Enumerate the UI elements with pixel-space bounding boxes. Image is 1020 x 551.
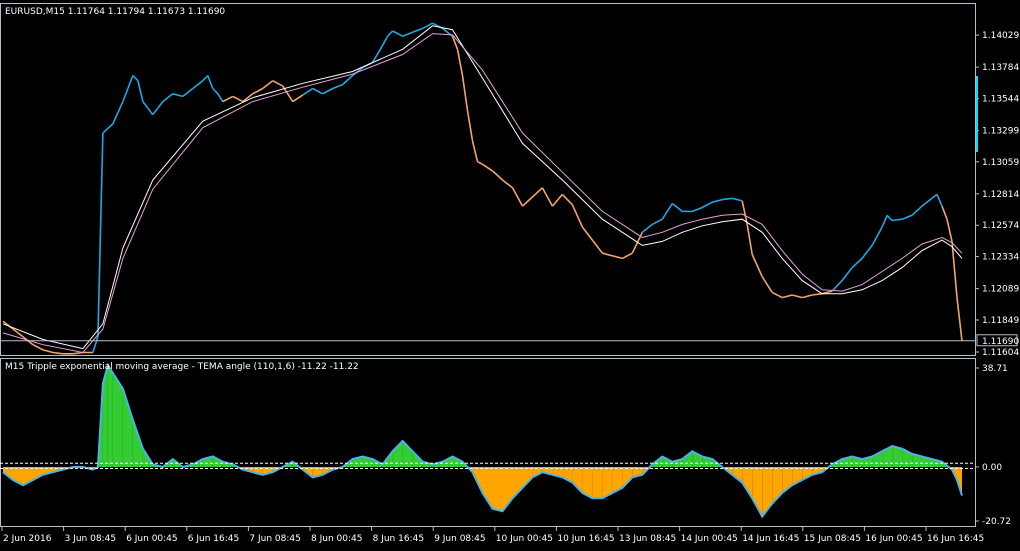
time-tick-label: 6 Jun 00:45 (126, 534, 177, 544)
chart-title: EURUSD,M15 1.11764 1.11794 1.11673 1.116… (5, 7, 225, 17)
price-tick-label: 1.13784 (982, 63, 1019, 73)
time-tick-label: 3 Jun 08:45 (65, 534, 116, 544)
price-tick-label: 1.12334 (982, 253, 1019, 263)
time-tick-label: 2 Jun 2016 (3, 534, 52, 544)
time-tick-label: 6 Jun 16:45 (188, 534, 239, 544)
price-tick-label: 1.12814 (982, 190, 1019, 200)
time-tick-label: 16 Jun 16:45 (927, 534, 984, 544)
price-tick-label: 1.11849 (982, 316, 1019, 326)
time-tick-label: 16 Jun 00:45 (865, 534, 922, 544)
osc-area-positive (107, 365, 113, 467)
price-tick-label: 1.12089 (982, 285, 1019, 295)
time-tick-label: 10 Jun 16:45 (557, 534, 614, 544)
price-tick-label: 1.11604 (982, 348, 1019, 358)
time-tick-label: 9 Jun 08:45 (434, 534, 485, 544)
indicator-title: M15 Tripple exponential moving average -… (5, 362, 359, 372)
price-tick-label: 1.13299 (982, 126, 1019, 136)
time-tick-label: 8 Jun 16:45 (373, 534, 424, 544)
price-tick-label: 1.13059 (982, 158, 1019, 168)
current-price-label: 1.11690 (982, 337, 1019, 347)
osc-area-negative (492, 467, 503, 512)
price-tick-label: 1.13544 (982, 94, 1019, 104)
time-tick-label: 10 Jun 00:45 (496, 534, 553, 544)
price-scale-scroll-marker[interactable] (976, 76, 978, 152)
chart-window[interactable]: EURUSD,M15 1.11764 1.11794 1.11673 1.116… (0, 0, 1020, 551)
osc-tick-label: -20.72 (982, 517, 1011, 527)
time-tick-label: 8 Jun 00:45 (311, 534, 362, 544)
time-tick-label: 14 Jun 00:45 (681, 534, 738, 544)
price-tick-label: 1.14029 (982, 31, 1019, 41)
price-tick-label: 1.12574 (982, 221, 1019, 231)
time-tick-label: 15 Jun 08:45 (804, 534, 861, 544)
osc-area-negative (592, 467, 603, 499)
osc-tick-label: 0.00 (982, 463, 1002, 473)
time-tick-label: 14 Jun 16:45 (742, 534, 799, 544)
time-tick-label: 13 Jun 08:45 (619, 534, 676, 544)
osc-tick-label: 38.71 (982, 364, 1008, 374)
time-tick-label: 7 Jun 08:45 (249, 534, 300, 544)
